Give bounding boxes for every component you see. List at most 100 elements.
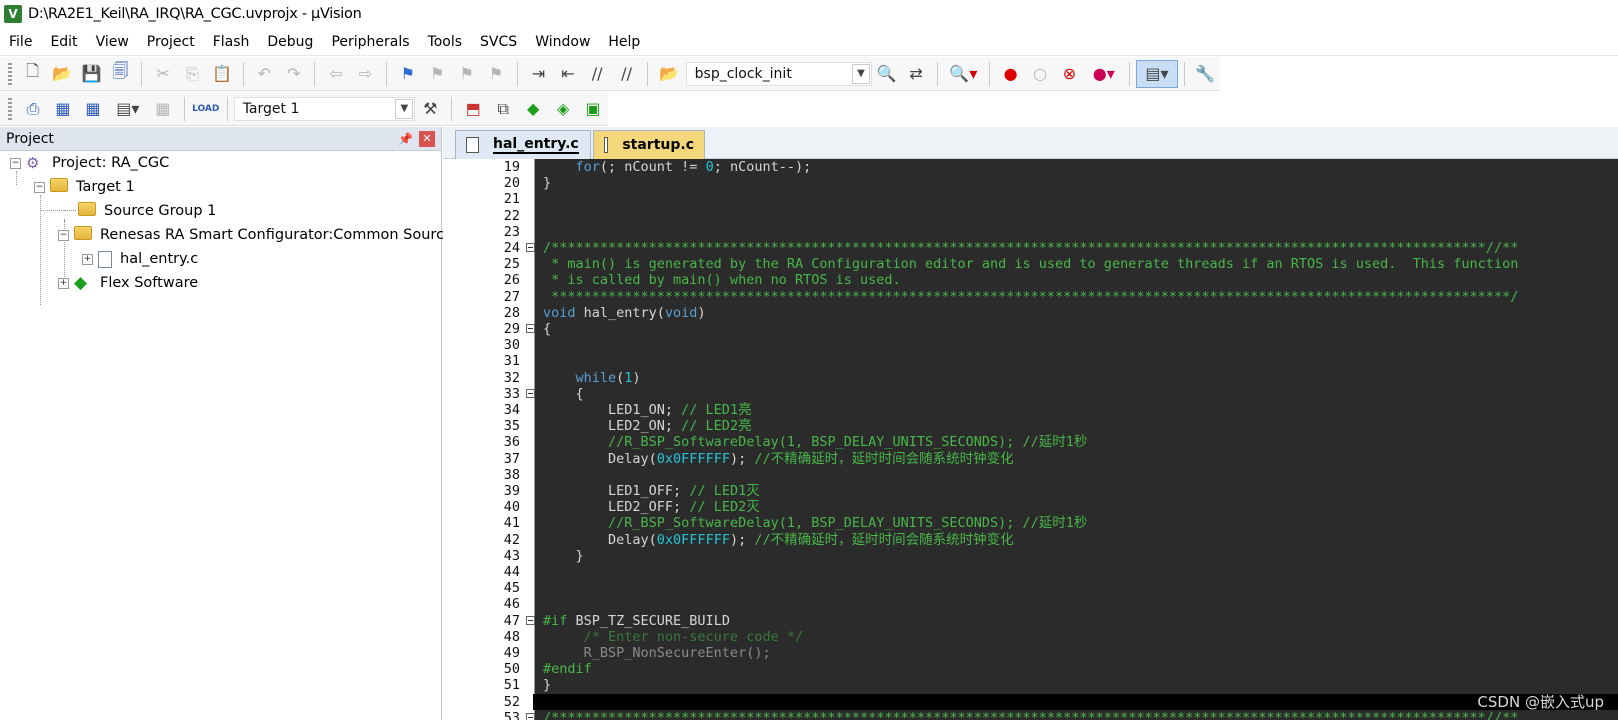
chevron-down-icon[interactable]: ▼ <box>852 63 871 84</box>
separator <box>647 61 649 86</box>
menu-view[interactable]: View <box>87 34 138 50</box>
menu-help[interactable]: Help <box>599 34 649 50</box>
menu-window[interactable]: Window <box>526 34 599 50</box>
pin-icon[interactable]: 📌 <box>398 132 413 146</box>
menu-debug[interactable]: Debug <box>258 34 322 50</box>
tab-label: startup.c <box>622 137 694 153</box>
paste-icon[interactable]: 📋 <box>207 60 236 88</box>
fold-toggle-icon[interactable] <box>526 243 535 252</box>
run-time-environment-icon[interactable]: ◆ <box>518 95 548 123</box>
file-icon <box>466 137 479 153</box>
tab-hal-entry[interactable]: hal_entry.c <box>455 130 591 159</box>
tree-line <box>64 210 76 211</box>
stop-build-icon[interactable]: ▦ <box>148 95 178 123</box>
tree-item-label: Source Group 1 <box>104 203 217 219</box>
insert-breakpoint-icon[interactable]: ● <box>996 60 1025 88</box>
code-line: 34 LED1_ON; // LED1亮 <box>503 402 752 418</box>
debug-session-icon[interactable]: 🔍▾ <box>944 60 983 88</box>
menu-file[interactable]: File <box>0 34 41 50</box>
toolbar-grip[interactable] <box>8 97 12 120</box>
menu-flash[interactable]: Flash <box>204 34 259 50</box>
window-layout-icon[interactable]: ▤▾ <box>1136 59 1178 88</box>
tree-item-project[interactable]: − ⚙ Project: RA_CGC <box>10 151 169 175</box>
file-extensions-icon[interactable]: ⬒ <box>458 95 488 123</box>
rebuild-icon[interactable]: ▦ <box>78 95 108 123</box>
tree-item-source-group[interactable]: Source Group 1 <box>78 199 216 223</box>
unindent-icon[interactable]: ⇤ <box>553 60 582 88</box>
code-line: 33 { <box>503 385 584 402</box>
configure-wrench-icon[interactable]: 🔧 <box>1191 60 1220 88</box>
navigate-forward-icon[interactable]: ⇨ <box>351 60 380 88</box>
code-line: 41 //R_BSP_SoftwareDelay(1, BSP_DELAY_UN… <box>503 515 1088 532</box>
save-all-icon[interactable]: 🗐 <box>106 60 135 88</box>
target-options-icon[interactable]: ⚒ <box>415 95 445 123</box>
tree-item-target[interactable]: − Target 1 <box>34 175 135 199</box>
code-line: 35 LED2_ON; // LED2亮 <box>503 418 752 435</box>
indent-icon[interactable]: ⇥ <box>524 60 553 88</box>
manage-components-icon[interactable]: ⧉ <box>488 95 518 123</box>
clear-bookmarks-icon[interactable]: ⚑ <box>481 60 510 88</box>
tree-item-label: Renesas RA Smart Configurator:Common Sou… <box>100 227 461 243</box>
kill-breakpoints-icon[interactable]: ●▾ <box>1084 60 1123 88</box>
chevron-down-icon[interactable]: ▼ <box>395 98 414 119</box>
fold-toggle-icon[interactable] <box>526 324 535 333</box>
code-line: 46 <box>503 596 520 613</box>
toolbar-grip[interactable] <box>8 62 12 85</box>
download-load-icon[interactable]: LOAD <box>191 95 221 123</box>
project-icon: ⚙ <box>26 154 40 172</box>
cut-icon[interactable]: ✂ <box>148 60 177 88</box>
fold-toggle-icon[interactable] <box>526 388 535 398</box>
tree-item-label: Project: RA_CGC <box>52 155 170 171</box>
undo-icon[interactable]: ↶ <box>250 60 279 88</box>
expand-icon[interactable]: + <box>82 253 93 265</box>
redo-icon[interactable]: ↷ <box>279 60 308 88</box>
fold-toggle-icon[interactable] <box>526 615 535 625</box>
next-bookmark-icon[interactable]: ⚑ <box>452 60 481 88</box>
open-file-icon[interactable]: 📂 <box>47 60 76 88</box>
comment-icon[interactable]: // <box>582 60 611 88</box>
function-combo[interactable]: bsp_clock_init ▼ <box>685 61 873 86</box>
menu-project[interactable]: Project <box>138 34 204 50</box>
uncomment-icon[interactable]: // <box>612 60 641 88</box>
uvision-window: { "window": {"title": "D:\\RA2E1_Keil\\R… <box>0 0 1618 720</box>
find-icon[interactable]: 🔍 <box>872 60 901 88</box>
batch-build-icon[interactable]: ▤▾ <box>108 95 148 123</box>
translate-icon[interactable]: ⎙ <box>18 95 48 123</box>
menu-svcs[interactable]: SVCS <box>471 34 526 50</box>
collapse-icon[interactable]: − <box>34 181 45 193</box>
previous-bookmark-icon[interactable]: ⚑ <box>423 60 452 88</box>
insert-bookmark-icon[interactable]: ⚑ <box>393 60 422 88</box>
menu-tools[interactable]: Tools <box>419 34 472 50</box>
project-panel-header: Project 📌 ✕ <box>0 127 441 151</box>
code-line: 49 R_BSP_NonSecureEnter(); <box>503 645 771 661</box>
incremental-find-icon[interactable]: ⇄ <box>901 60 930 88</box>
target-combo[interactable]: Target 1 ▼ <box>233 96 416 121</box>
menu-peripherals[interactable]: Peripherals <box>322 34 418 50</box>
expand-icon[interactable]: + <box>58 277 69 289</box>
project-tree: − ⚙ Project: RA_CGC − Target 1 Source Gr… <box>0 151 461 711</box>
tree-item-common-sources[interactable]: − Renesas RA Smart Configurator:Common S… <box>58 223 461 247</box>
code-line: 40 LED2_OFF; // LED2灭 <box>503 499 760 516</box>
separator <box>1129 61 1131 86</box>
tab-startup[interactable]: startup.c <box>593 130 705 159</box>
code-line: 25 * main() is generated by the RA Confi… <box>503 256 1519 273</box>
collapse-icon[interactable]: − <box>58 229 69 241</box>
disable-breakpoints-icon[interactable]: ⊗ <box>1055 60 1084 88</box>
collapse-icon[interactable]: − <box>10 157 21 169</box>
navigate-back-icon[interactable]: ⇦ <box>321 60 350 88</box>
new-file-icon[interactable]: 🗋 <box>18 60 47 88</box>
tree-item-flex-software[interactable]: + ◆ Flex Software <box>58 271 198 295</box>
build-icon[interactable]: ▦ <box>48 95 78 123</box>
close-icon[interactable]: ✕ <box>419 130 435 147</box>
fold-toggle-icon[interactable] <box>526 712 535 720</box>
find-in-files-icon[interactable]: 📂 <box>654 60 683 88</box>
select-packs-icon[interactable]: ◈ <box>548 95 578 123</box>
copy-icon[interactable]: ⎘ <box>178 60 207 88</box>
tree-item-hal-entry[interactable]: + hal_entry.c <box>82 247 198 271</box>
menu-edit[interactable]: Edit <box>41 34 86 50</box>
enable-breakpoint-icon[interactable]: ○ <box>1025 60 1054 88</box>
code-editor[interactable]: 19 for(; nCount != 0; nCount--); 20} 21 … <box>443 159 1618 720</box>
save-icon[interactable]: 💾 <box>77 60 106 88</box>
tree-item-label: Flex Software <box>100 275 199 291</box>
pack-installer-icon[interactable]: ▣ <box>578 95 608 123</box>
